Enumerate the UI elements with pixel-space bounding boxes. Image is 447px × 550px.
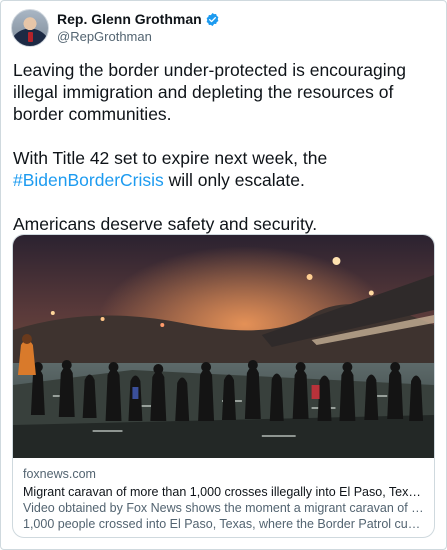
tweet-paragraph-1: Leaving the border under-protected is en… — [13, 60, 407, 124]
author-block: Rep. Glenn Grothman @RepGrothman — [57, 11, 220, 45]
tweet-paragraph-2-tail: will only escalate. — [163, 170, 305, 190]
link-preview-card[interactable]: foxnews.com Migrant caravan of more than… — [12, 234, 435, 538]
card-domain: foxnews.com — [23, 467, 96, 481]
card-description-line-1: Video obtained by Fox News shows the mom… — [23, 501, 424, 515]
name-row: Rep. Glenn Grothman — [57, 11, 220, 28]
tweet-paragraph-2: With Title 42 set to expire next week, t… — [13, 147, 433, 191]
card-meta: foxnews.com Migrant caravan of more than… — [13, 458, 434, 532]
tweet-paragraph-2-lead: With Title 42 set to expire next week, t… — [13, 148, 328, 168]
card-description-line-2: 1,000 people crossed into El Paso, Texas… — [23, 517, 424, 531]
avatar[interactable] — [11, 9, 49, 47]
verified-badge-icon — [205, 12, 220, 27]
card-image[interactable] — [13, 235, 434, 458]
hashtag-link[interactable]: #BidenBorderCrisis — [13, 170, 164, 190]
tweet-card: Rep. Glenn Grothman @RepGrothman Leaving… — [0, 0, 447, 550]
tweet-text: Leaving the border under-protected is en… — [13, 59, 433, 257]
card-title[interactable]: Migrant caravan of more than 1,000 cross… — [23, 484, 424, 500]
author-handle[interactable]: @RepGrothman — [57, 28, 220, 45]
tweet-header: Rep. Glenn Grothman @RepGrothman — [11, 9, 220, 47]
author-name[interactable]: Rep. Glenn Grothman — [57, 11, 202, 28]
tweet-paragraph-3: Americans deserve safety and security. — [13, 214, 318, 234]
